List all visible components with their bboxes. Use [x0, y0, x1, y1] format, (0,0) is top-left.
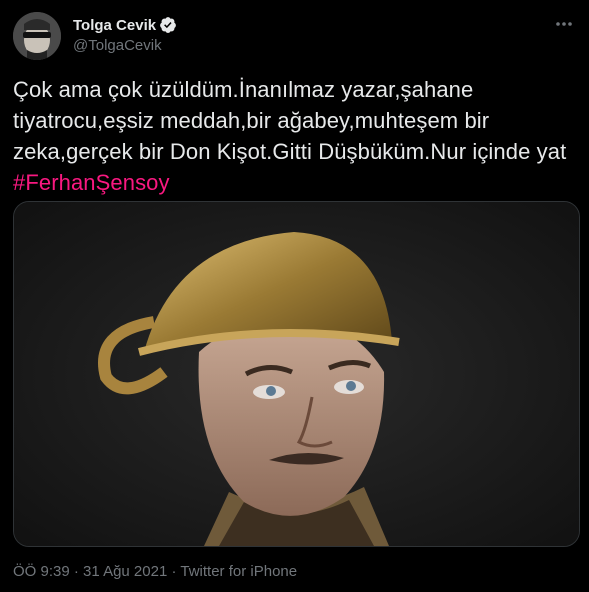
tweet-date[interactable]: 31 Ağu 2021	[83, 563, 167, 580]
tweet-photo[interactable]	[13, 201, 580, 547]
avatar[interactable]	[13, 12, 61, 60]
tweet-header: Tolga Cevik @TolgaCevik	[13, 12, 576, 60]
tweet: Tolga Cevik @TolgaCevik Çok ama çok üzül…	[0, 0, 589, 592]
display-name[interactable]: Tolga Cevik	[73, 17, 156, 34]
verified-badge-icon	[159, 16, 177, 34]
tweet-source: Twitter for iPhone	[180, 563, 298, 580]
more-dots-icon[interactable]	[552, 12, 576, 36]
hashtag-link[interactable]: #FerhanŞensoy	[13, 170, 170, 195]
author-handle[interactable]: @TolgaCevik	[73, 37, 177, 54]
display-name-row: Tolga Cevik	[73, 15, 177, 35]
meta-separator: ·	[167, 563, 181, 580]
meta-separator: ·	[69, 563, 84, 580]
tweet-time[interactable]: ÖÖ 9:39	[13, 563, 70, 580]
tweet-meta: ÖÖ 9:39 · 31 Ağu 2021 · Twitter for iPho…	[13, 563, 297, 580]
tweet-text: Çok ama çok üzüldüm.İnanılmaz yazar,şaha…	[13, 74, 573, 198]
photo-illustration	[14, 202, 579, 546]
tweet-body: Çok ama çok üzüldüm.İnanılmaz yazar,şaha…	[13, 77, 567, 164]
author-names: Tolga Cevik @TolgaCevik	[73, 15, 177, 54]
